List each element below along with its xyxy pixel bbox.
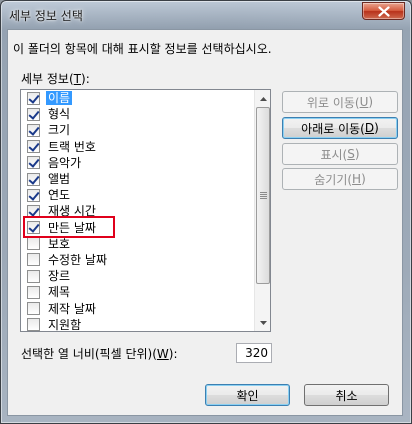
item-checkbox[interactable] bbox=[27, 123, 40, 137]
details-list-item[interactable]: 보호 bbox=[21, 236, 257, 252]
column-width-label-text: 선택한 열 너비(픽셀 단위)( bbox=[21, 347, 157, 361]
item-label: 장르 bbox=[48, 269, 71, 284]
item-checkbox[interactable] bbox=[27, 318, 40, 331]
details-list-item[interactable]: 수정한 날짜 bbox=[21, 252, 257, 268]
ok-button[interactable]: 확인 bbox=[205, 384, 290, 406]
item-label: 크기 bbox=[48, 123, 71, 138]
move-down-suffix: ) bbox=[374, 121, 379, 135]
details-listbox[interactable]: 이름 형식 크기 트랙 번호 음악가 앨범 연도 재생 시간 만든 날짜 보호 수정한 날짜 장르 제목… bbox=[20, 89, 271, 332]
show-suffix: ) bbox=[354, 147, 360, 161]
move-up-suffix: ) bbox=[368, 95, 374, 109]
move-down-accelerator: D bbox=[364, 121, 375, 135]
hide-suffix: ) bbox=[361, 172, 366, 186]
item-checkbox[interactable] bbox=[27, 269, 40, 283]
item-label: 보호 bbox=[48, 236, 71, 251]
item-label: 연도 bbox=[48, 188, 71, 203]
item-checkbox[interactable] bbox=[27, 302, 40, 316]
show-label: 표시( bbox=[320, 147, 348, 162]
item-label: 형식 bbox=[48, 107, 71, 122]
item-label: 이름 bbox=[46, 91, 73, 106]
item-label: 음악가 bbox=[48, 155, 82, 170]
details-list-item[interactable]: 제목 bbox=[21, 284, 257, 300]
item-label: 제작 날짜 bbox=[48, 301, 96, 316]
move-up-label: 위로 이동( bbox=[306, 95, 360, 110]
details-list-items: 이름 형식 크기 트랙 번호 음악가 앨범 연도 재생 시간 만든 날짜 보호 수정한 날짜 장르 제목… bbox=[21, 90, 257, 332]
details-list-item[interactable]: 음악가 bbox=[21, 155, 257, 171]
title-bar[interactable]: 세부 정보 선택 bbox=[1, 1, 411, 29]
dialog-description: 이 폴더의 항목에 대해 표시할 정보를 선택하십시오. bbox=[13, 42, 272, 56]
column-width-input[interactable]: 320 bbox=[236, 343, 272, 363]
scrollbar-thumb[interactable] bbox=[256, 107, 270, 284]
scroll-down-button[interactable] bbox=[255, 314, 270, 331]
item-checkbox[interactable] bbox=[27, 285, 40, 299]
item-label: 앨범 bbox=[48, 172, 71, 187]
scrollbar-grip bbox=[260, 192, 267, 199]
details-list-item[interactable]: 크기 bbox=[21, 122, 257, 138]
move-up-button[interactable]: 위로 이동(U) bbox=[282, 91, 398, 113]
scroll-up-button[interactable] bbox=[255, 90, 270, 107]
scroll-up-arrow-icon bbox=[259, 96, 267, 101]
details-list-item[interactable]: 제작 날짜 bbox=[21, 300, 257, 316]
close-icon bbox=[377, 5, 390, 17]
column-width-accelerator: W bbox=[156, 347, 169, 361]
move-down-label: 아래로 이동( bbox=[301, 121, 365, 136]
item-checkbox[interactable] bbox=[27, 253, 40, 267]
vertical-scrollbar[interactable] bbox=[254, 90, 270, 331]
details-list-item[interactable]: 지원함 bbox=[21, 317, 257, 332]
column-width-label-suffix: ): bbox=[168, 347, 178, 361]
move-up-accelerator: U bbox=[359, 95, 369, 109]
move-down-button[interactable]: 아래로 이동(D) bbox=[282, 117, 398, 139]
item-checkbox[interactable] bbox=[27, 140, 40, 154]
details-label-accelerator: T bbox=[73, 72, 82, 86]
scroll-down-arrow-icon bbox=[259, 320, 267, 325]
show-accelerator: S bbox=[347, 147, 355, 161]
details-list-item[interactable]: 이름 bbox=[21, 90, 257, 106]
dialog-title: 세부 정보 선택 bbox=[9, 9, 83, 23]
item-checkbox[interactable] bbox=[27, 237, 40, 251]
details-list-item[interactable]: 연도 bbox=[21, 187, 257, 203]
details-list-item[interactable]: 트랙 번호 bbox=[21, 139, 257, 155]
details-list-item[interactable]: 형식 bbox=[21, 106, 257, 122]
details-list-label: 세부 정보(T): bbox=[21, 70, 90, 87]
details-list-item[interactable]: 앨범 bbox=[21, 171, 257, 187]
column-width-label: 선택한 열 너비(픽셀 단위)(W): bbox=[21, 345, 178, 362]
hide-button[interactable]: 숨기기(H) bbox=[282, 168, 398, 190]
item-checkbox[interactable] bbox=[27, 188, 40, 202]
details-label-text: 세부 정보( bbox=[21, 72, 74, 86]
hide-accelerator: H bbox=[352, 172, 362, 186]
details-list-item[interactable]: 장르 bbox=[21, 268, 257, 284]
details-label-suffix: ): bbox=[81, 72, 90, 86]
item-checkbox[interactable] bbox=[27, 107, 40, 121]
item-checkbox[interactable] bbox=[27, 91, 40, 105]
item-label: 지원함 bbox=[48, 317, 82, 332]
item-checkbox[interactable] bbox=[27, 172, 40, 186]
item-label: 수정한 날짜 bbox=[48, 252, 108, 267]
highlight-annotation-box bbox=[23, 216, 115, 238]
cancel-button[interactable]: 취소 bbox=[304, 384, 389, 406]
show-button[interactable]: 표시(S) bbox=[282, 143, 398, 165]
item-checkbox[interactable] bbox=[27, 156, 40, 170]
item-label: 트랙 번호 bbox=[48, 139, 96, 154]
hide-label: 숨기기( bbox=[314, 172, 353, 187]
item-label: 제목 bbox=[48, 285, 71, 300]
close-button[interactable] bbox=[362, 2, 405, 20]
